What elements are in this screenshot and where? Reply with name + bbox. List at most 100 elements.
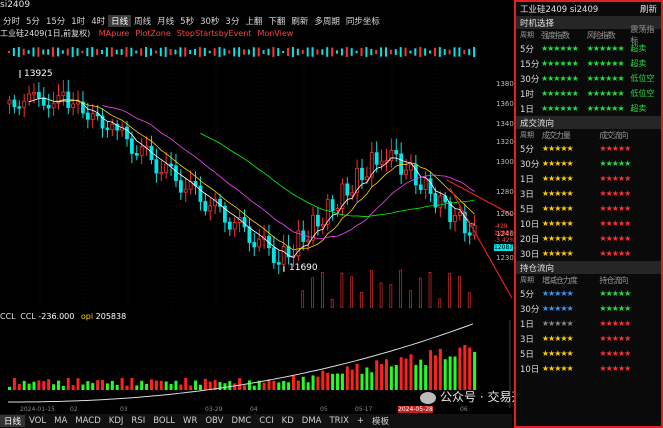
candle-body	[335, 208, 340, 211]
top-histogram-bar	[350, 48, 353, 56]
position-flow-headers: 周期 增减仓力度 持仓流向	[520, 275, 628, 285]
candle-body	[183, 188, 188, 193]
flow-row: 10日 ★★★★★ ★★★★★	[516, 361, 661, 376]
volume-flow-table: 5分 ★★★★★ ★★★★★ 30分 ★★★★★ ★★★★★ 1日 ★★★★★ ★★★★★ 3日 ★…	[516, 141, 661, 261]
top-histogram-bar	[218, 47, 221, 57]
cc-bar	[262, 382, 266, 390]
bottom-tab-15[interactable]: 模板	[368, 415, 393, 427]
date-tick: 05-17	[355, 406, 373, 413]
top-histogram-bar	[96, 48, 99, 56]
candlestick-chart[interactable]: 13925 11690	[0, 40, 512, 308]
toolbar-item-1[interactable]: 5分	[23, 15, 43, 27]
toolbar-item-6[interactable]: 周线	[131, 15, 154, 27]
legend-title: 工业硅2409(1日,前复权)	[0, 29, 91, 38]
top-histogram-bar	[277, 48, 280, 56]
toolbar-item-11[interactable]: 上翻	[242, 15, 265, 27]
period-label: 30分	[520, 159, 540, 170]
bottom-tab-7[interactable]: WR	[179, 416, 201, 426]
open-interest-line	[7, 323, 474, 403]
top-histogram-bar	[448, 49, 451, 55]
candle-body	[41, 97, 46, 106]
candle-body	[350, 192, 355, 196]
toolbar-item-14[interactable]: 多周期	[311, 15, 343, 27]
toolbar-item-7[interactable]: 月线	[154, 15, 177, 27]
cc-bar	[350, 369, 354, 390]
candle-body	[276, 262, 281, 265]
period-label: 20日	[520, 234, 540, 245]
cc-bar	[448, 356, 452, 390]
cc-bar	[336, 373, 340, 390]
toolbar-item-13[interactable]: 刷新	[288, 15, 311, 27]
bottom-tab-11[interactable]: KD	[278, 416, 298, 426]
cc-bar	[291, 375, 295, 390]
toolbar-item-3[interactable]: 1时	[68, 15, 88, 27]
top-histogram-bar	[399, 47, 402, 57]
bottom-tab-2[interactable]: MA	[50, 416, 71, 426]
timing-row: 1日 ★★★★★★ ★★★★★★ 超卖	[516, 101, 661, 116]
bottom-tab-12[interactable]: DMA	[298, 416, 326, 426]
refresh-button[interactable]: 刷新	[640, 3, 657, 15]
top-histogram-bar	[380, 47, 383, 57]
toolbar-item-15[interactable]: 同步坐标	[343, 15, 383, 27]
top-histogram-bar	[370, 48, 373, 56]
top-histogram-bar	[301, 50, 304, 54]
candle-body	[198, 185, 203, 202]
toolbar-item-9[interactable]: 30秒	[197, 15, 222, 27]
bottom-tab-9[interactable]: DMC	[227, 416, 255, 426]
toolbar-item-5[interactable]: 日线	[108, 15, 132, 27]
candle-body	[306, 239, 311, 242]
period-label: 30日	[520, 249, 540, 260]
cc-bar	[458, 347, 462, 390]
bottom-tab-10[interactable]: CCI	[255, 416, 277, 426]
toolbar-item-2[interactable]: 15分	[43, 15, 68, 27]
candle-body	[227, 221, 232, 230]
bottom-tab-0[interactable]: 日线	[0, 415, 26, 427]
volume-bar	[418, 277, 422, 308]
bottom-tab-5[interactable]: RSI	[127, 416, 149, 426]
top-histogram-bar	[394, 49, 397, 55]
candle-body	[178, 180, 183, 193]
star-rating: ★★★★★	[599, 364, 631, 373]
star-rating: ★★★★★	[599, 219, 631, 228]
star-rating: ★★★★★★	[540, 74, 579, 83]
bottom-tab-13[interactable]: TRIX	[325, 416, 352, 426]
bottom-tab-4[interactable]: KDJ	[105, 416, 128, 426]
candle-body	[409, 164, 413, 171]
analysis-panel: 工业硅2409 si2409 刷新 时机选择 周期 强度指数 风险指数 震荡指标…	[514, 0, 663, 428]
date-tick: 02	[70, 406, 78, 413]
star-rating: ★★★★★	[599, 249, 631, 258]
bottom-tab-8[interactable]: OBV	[201, 416, 227, 426]
cc-bar	[203, 378, 207, 390]
toolbar-item-0[interactable]: 分时	[0, 15, 23, 27]
top-histogram-bar	[360, 47, 363, 57]
volume-bar	[448, 272, 451, 308]
signal-label: 低位空	[630, 89, 655, 98]
bottom-tab-6[interactable]: BOLL	[149, 416, 179, 426]
top-histogram-bar	[159, 47, 162, 57]
top-histogram-bar	[458, 47, 461, 57]
toolbar-item-4[interactable]: 4时	[88, 15, 108, 27]
candle-body	[27, 93, 31, 102]
period-label: 1日	[520, 104, 534, 115]
top-histogram-bar	[228, 50, 231, 54]
bottom-tab-14[interactable]: +	[353, 416, 368, 426]
bottom-tab-3[interactable]: MACD	[71, 416, 104, 426]
toolbar-item-12[interactable]: 下翻	[265, 15, 288, 27]
toolbar-item-10[interactable]: 3分	[222, 15, 242, 27]
top-histogram-bar	[208, 50, 211, 54]
cc-bar	[110, 380, 114, 390]
toolbar-item-8[interactable]: 5秒	[177, 15, 197, 27]
cc-bar	[429, 350, 433, 390]
volume-bar	[458, 276, 461, 308]
flow-row: 10日 ★★★★★ ★★★★★	[516, 216, 661, 231]
star-rating: ★★★★★	[541, 219, 574, 228]
period-label: 5分	[520, 44, 534, 55]
top-histogram-bar	[120, 49, 123, 55]
cc-bar	[61, 385, 65, 390]
candle-body	[438, 195, 443, 208]
bottom-tab-1[interactable]: VOL	[25, 416, 50, 426]
cc-bar	[17, 383, 21, 390]
period-label: 3日	[520, 334, 534, 345]
star-rating: ★★★★★	[541, 364, 574, 373]
top-histogram-bar	[247, 49, 250, 55]
